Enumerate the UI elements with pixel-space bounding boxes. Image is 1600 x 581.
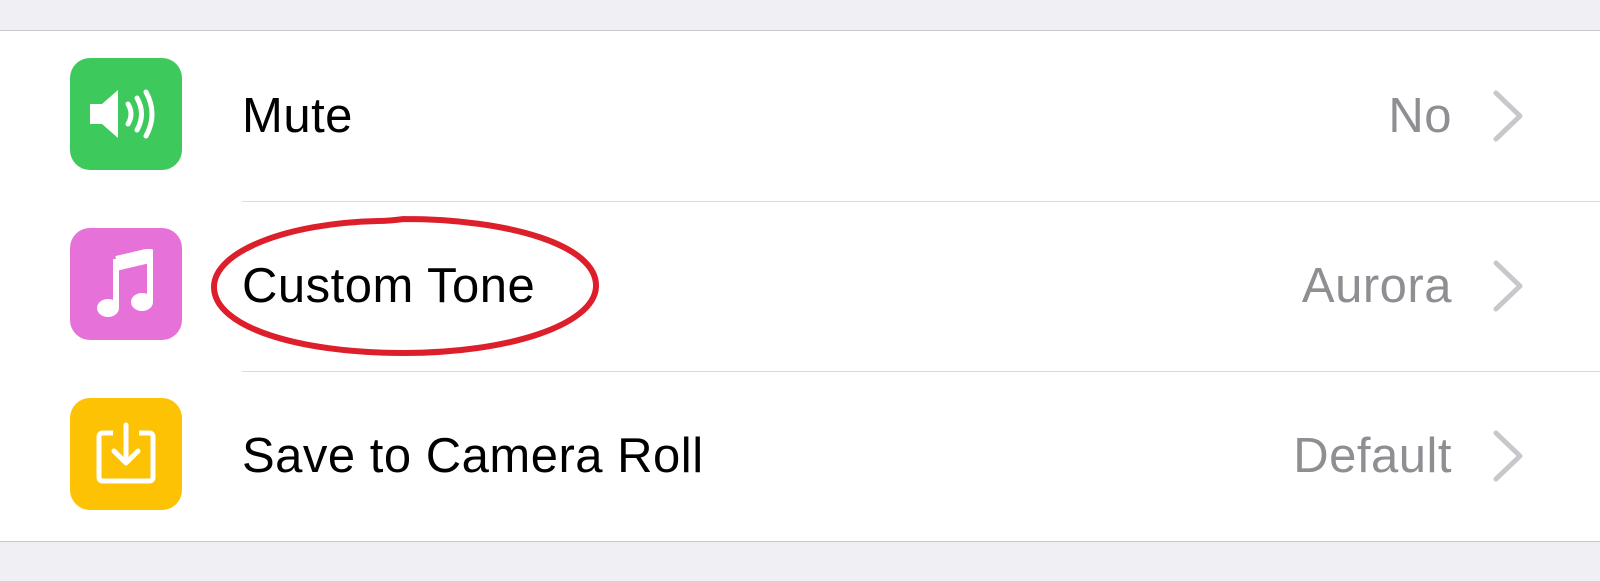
settings-row-label: Custom Tone (242, 259, 536, 313)
settings-row-value: No (1388, 89, 1452, 143)
settings-row-value: Default (1293, 429, 1452, 483)
chevron-right-icon (1493, 260, 1523, 312)
download-tray-icon (96, 422, 156, 484)
music-note-icon (97, 249, 153, 317)
settings-row-value: Aurora (1301, 259, 1452, 313)
speaker-icon (90, 89, 155, 139)
save-to-camera-roll-icon-tile (70, 398, 182, 510)
settings-group: Mute No Custom Tone Aurora Save to Camer… (0, 30, 1600, 542)
section-gap-top (0, 0, 1600, 30)
settings-row-custom-tone[interactable]: Custom Tone Aurora (0, 201, 1600, 371)
custom-tone-icon-tile (70, 228, 182, 340)
settings-row-save-to-camera-roll[interactable]: Save to Camera Roll Default (0, 371, 1600, 541)
chevron-right-icon (1493, 430, 1523, 482)
settings-row-label: Mute (242, 89, 353, 143)
mute-icon-tile (70, 58, 182, 170)
chevron-right-icon (1493, 90, 1523, 142)
settings-row-mute[interactable]: Mute No (0, 31, 1600, 201)
settings-row-label: Save to Camera Roll (242, 429, 704, 483)
